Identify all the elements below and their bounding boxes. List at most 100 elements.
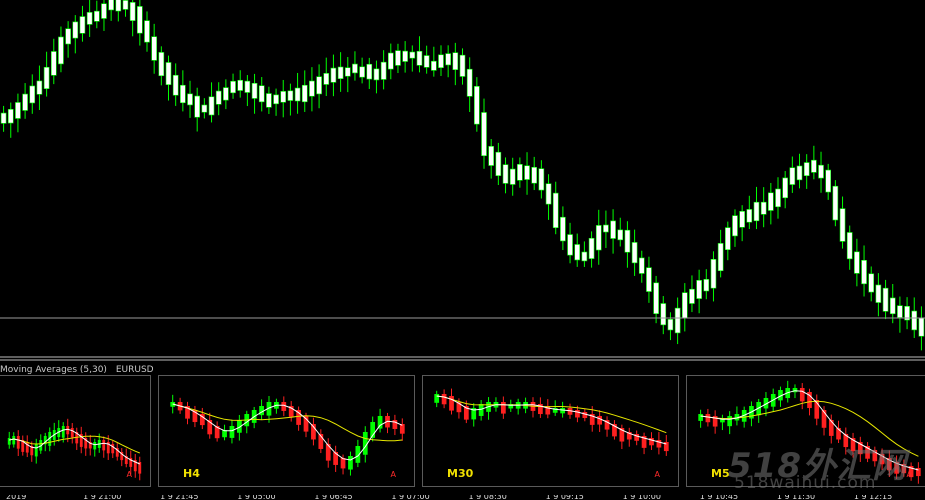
panel-timeframe-label: M30 bbox=[447, 467, 474, 480]
panel-marker: A bbox=[654, 470, 660, 479]
candle-body bbox=[359, 66, 365, 78]
panel-candle-body bbox=[597, 416, 603, 425]
timeframe-panel-m30[interactable]: M30 A bbox=[422, 375, 679, 487]
candle-body bbox=[309, 80, 315, 97]
candle-body bbox=[538, 168, 545, 191]
candle-body bbox=[180, 84, 186, 104]
candle-body bbox=[638, 257, 645, 274]
fast-ma-line bbox=[172, 403, 403, 461]
candle-body bbox=[158, 52, 165, 77]
candle-body bbox=[43, 66, 50, 89]
candle-body bbox=[129, 2, 136, 21]
panel-candle-body bbox=[582, 412, 588, 419]
candle-body bbox=[474, 86, 480, 125]
candle-body bbox=[94, 10, 100, 22]
candle-body bbox=[796, 165, 803, 181]
panel-candle-body bbox=[66, 426, 70, 435]
candle-body bbox=[36, 80, 43, 95]
candle-body bbox=[481, 112, 487, 157]
candle-body bbox=[610, 220, 616, 239]
candle-body bbox=[911, 310, 918, 331]
candle-body bbox=[882, 287, 889, 312]
candle-body bbox=[803, 162, 810, 176]
main-price-chart[interactable] bbox=[0, 0, 925, 362]
candle-body bbox=[15, 102, 21, 119]
panel-candle-body bbox=[281, 402, 287, 411]
candle-body bbox=[897, 305, 903, 318]
time-axis-label: 1 9 07:00 bbox=[391, 495, 430, 500]
candle-body bbox=[624, 229, 631, 253]
candle-body bbox=[832, 185, 839, 221]
candle-body bbox=[72, 21, 79, 39]
panel-candle-body bbox=[70, 428, 74, 438]
panel-candle-body bbox=[102, 440, 106, 451]
panel-candle-body bbox=[93, 442, 97, 450]
candle-body bbox=[115, 0, 122, 12]
time-axis-label: 2019 bbox=[6, 495, 27, 500]
candle-body bbox=[660, 303, 667, 326]
site-watermark: 518外汇网 518waihui.com bbox=[728, 438, 923, 498]
candle-body bbox=[560, 216, 566, 242]
candle-body bbox=[373, 68, 380, 81]
candle-body bbox=[438, 54, 444, 68]
candle-body bbox=[509, 168, 516, 185]
candle-body bbox=[875, 284, 882, 303]
panel-candle-body bbox=[500, 402, 506, 414]
candle-body bbox=[588, 237, 595, 259]
panel-candle-body bbox=[399, 424, 405, 434]
candle-body bbox=[7, 109, 14, 124]
time-axis-label: 1 9 21:00 bbox=[83, 495, 122, 500]
panel-candle-body bbox=[377, 416, 383, 429]
candle-body bbox=[330, 67, 337, 83]
candle-body bbox=[208, 96, 215, 116]
panel-marker: A bbox=[390, 470, 396, 479]
candle-body bbox=[689, 288, 695, 304]
candle-body bbox=[782, 177, 788, 199]
panel-candle-body bbox=[449, 396, 454, 411]
candle-body bbox=[861, 260, 867, 285]
time-axis-label: 1 9 08:30 bbox=[468, 495, 507, 500]
candle-body bbox=[402, 50, 408, 62]
candle-body bbox=[524, 165, 530, 180]
candle-body bbox=[732, 215, 738, 237]
candle-body bbox=[768, 192, 774, 211]
candle-body bbox=[144, 20, 150, 43]
candle-body bbox=[531, 167, 538, 184]
candle-body bbox=[868, 273, 875, 293]
candle-body bbox=[151, 36, 157, 61]
panel-candle-body bbox=[7, 438, 11, 445]
candle-body bbox=[617, 229, 624, 241]
panel-candle-body bbox=[34, 444, 38, 457]
timeframe-panel-1[interactable]: A bbox=[0, 375, 151, 487]
candle-body bbox=[416, 50, 423, 66]
candle-body bbox=[395, 50, 401, 66]
panel-candle-body bbox=[799, 388, 805, 402]
candle-body bbox=[122, 0, 129, 10]
candle-body bbox=[753, 201, 760, 222]
candle-body bbox=[653, 282, 659, 314]
candle-body bbox=[50, 51, 57, 76]
candle-body bbox=[696, 280, 702, 299]
candle-body bbox=[108, 0, 114, 11]
panel-candle-body bbox=[111, 444, 115, 454]
candle-body bbox=[223, 87, 229, 101]
panel-candle-body bbox=[441, 394, 447, 405]
candle-body bbox=[574, 244, 581, 261]
candle-body bbox=[65, 28, 71, 45]
panel-candle-body bbox=[478, 404, 484, 416]
panel-candle-body bbox=[61, 426, 65, 438]
candle-body bbox=[495, 151, 502, 176]
candle-body bbox=[352, 63, 358, 74]
candle-body bbox=[825, 169, 831, 193]
panel-candle-body bbox=[434, 394, 440, 403]
candle-body bbox=[86, 12, 93, 25]
candle-body bbox=[466, 68, 473, 97]
candle-body bbox=[29, 85, 36, 104]
candle-body bbox=[22, 93, 28, 111]
candle-body bbox=[918, 317, 925, 337]
candle-body bbox=[445, 53, 451, 66]
panel-candle-body bbox=[12, 436, 16, 445]
time-axis-label: 1 9 09:15 bbox=[545, 495, 584, 500]
candle-body bbox=[488, 146, 494, 166]
timeframe-panel-h4[interactable]: H4 A bbox=[158, 375, 415, 487]
